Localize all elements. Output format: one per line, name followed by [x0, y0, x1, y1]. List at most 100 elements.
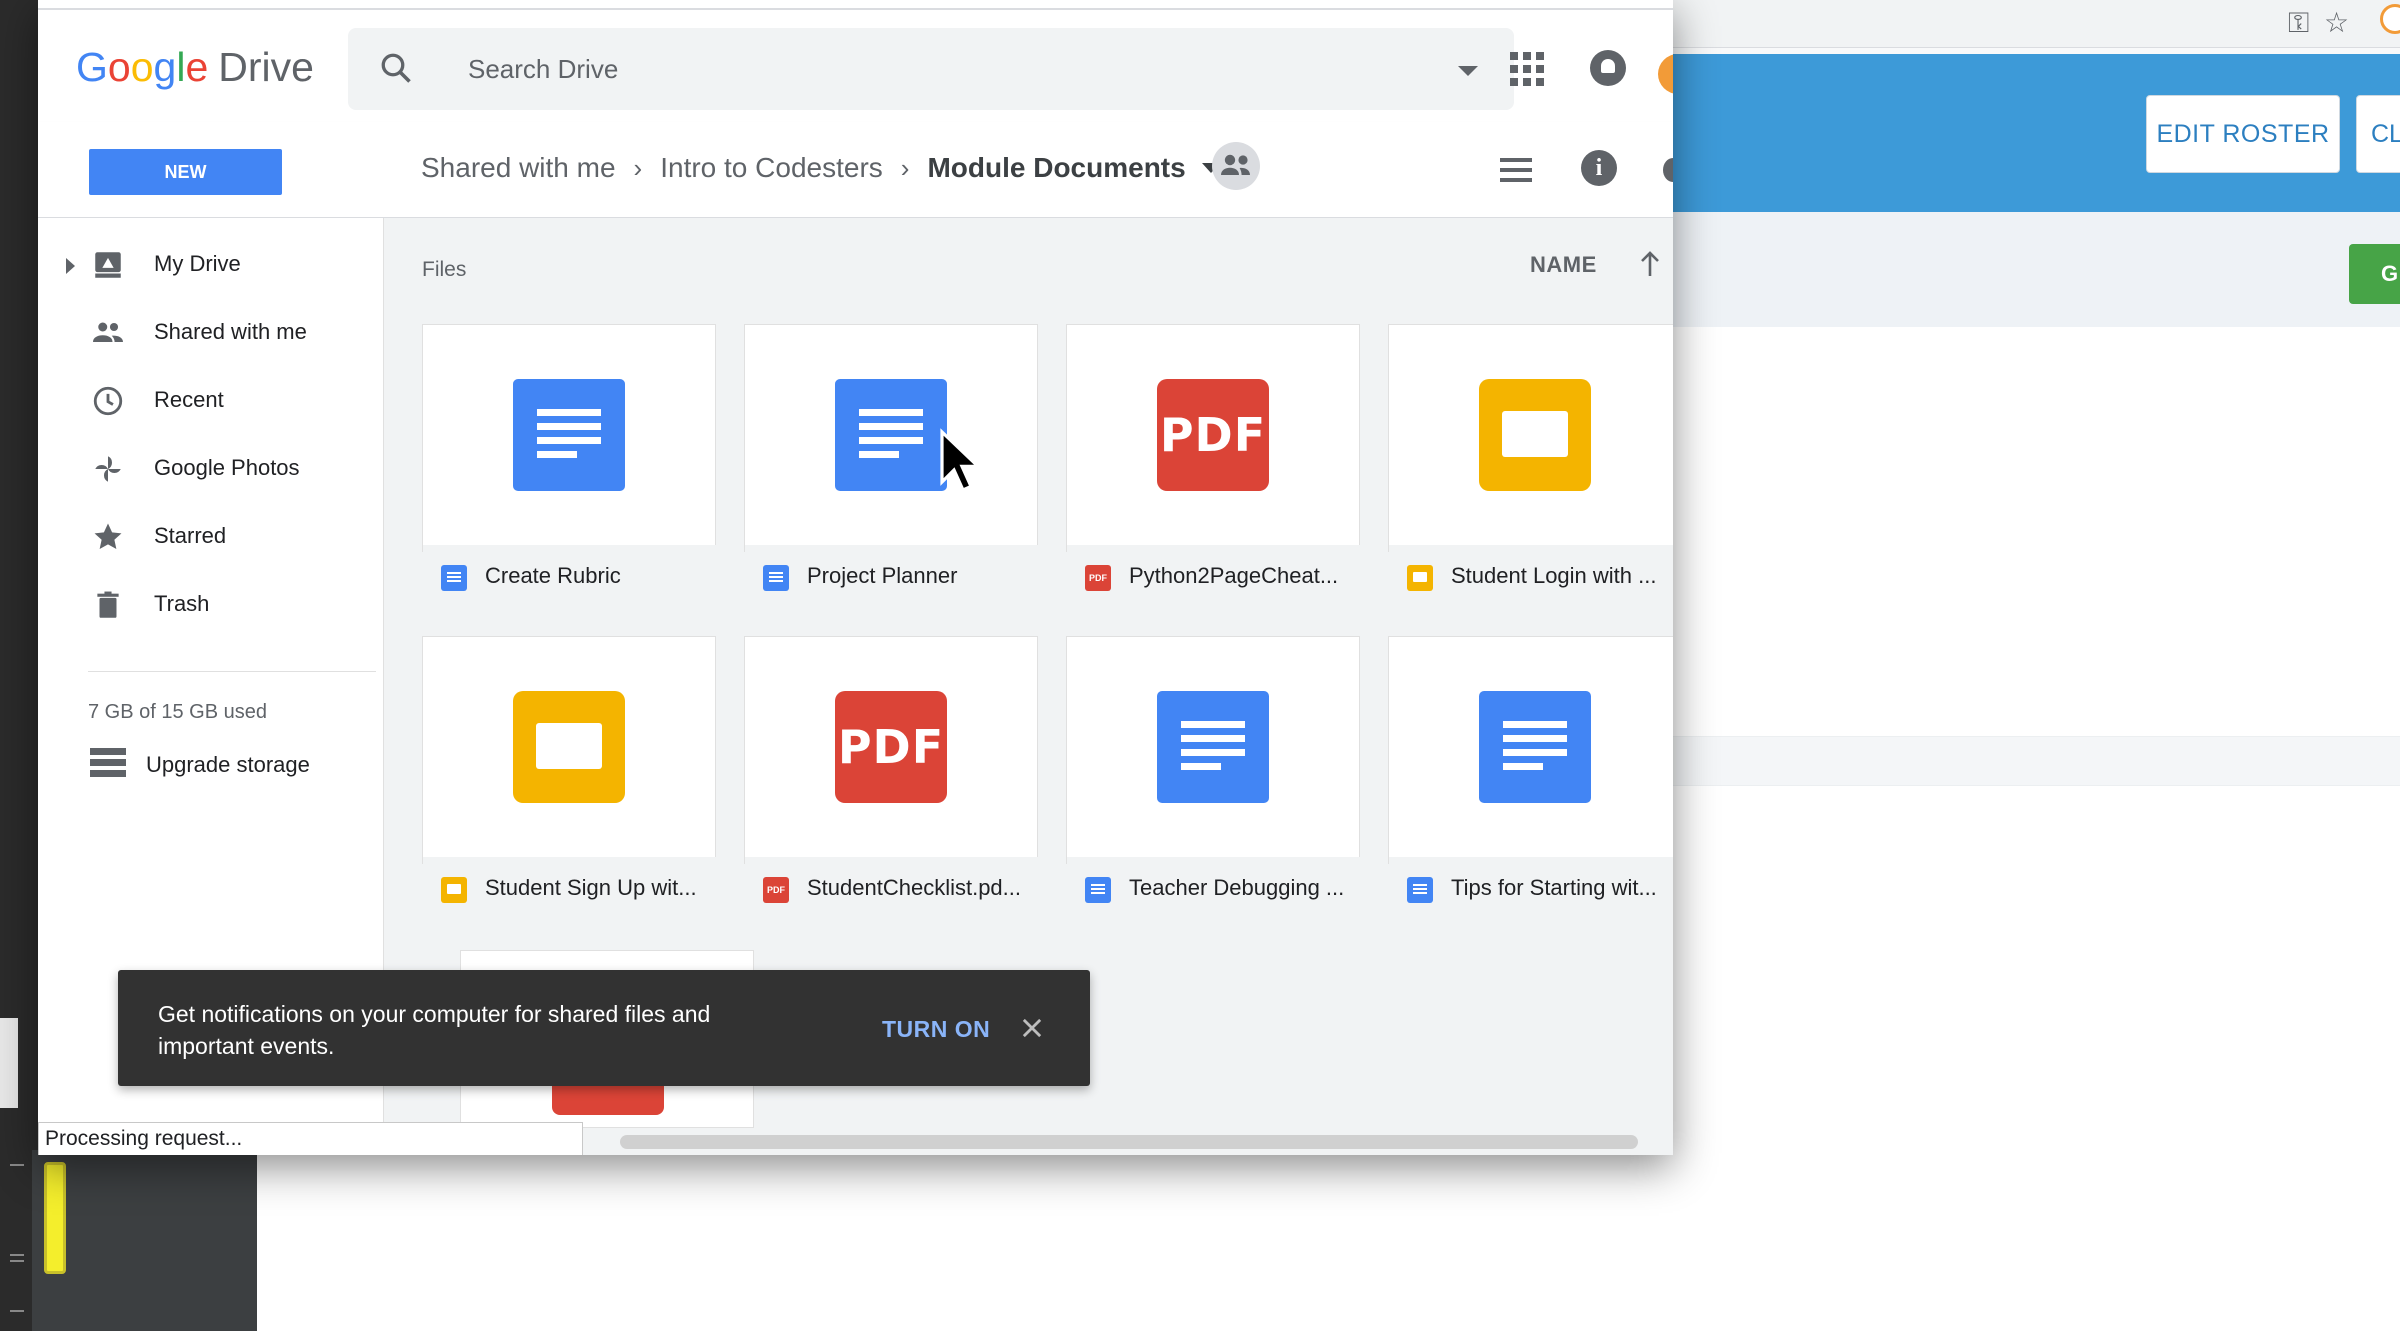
drive-toolbar: NEW Shared with me › Intro to Codesters … [38, 122, 1673, 218]
cl-button[interactable]: CL [2356, 95, 2400, 173]
file-name: Teacher Debugging ... [1129, 875, 1345, 900]
file-card[interactable]: Teacher Debugging ... [1066, 636, 1361, 931]
file-name: Create Rubric [485, 563, 621, 588]
file-caption[interactable]: Teacher Debugging ... [1067, 857, 1361, 931]
sidebar-item-label: Google Photos [154, 455, 300, 480]
upgrade-storage-label: Upgrade storage [146, 752, 310, 777]
upgrade-storage-link[interactable]: Upgrade storage [88, 742, 378, 790]
green-action-button[interactable]: G [2349, 244, 2400, 304]
chevron-right-icon: › [633, 152, 643, 183]
storage-icon [90, 748, 126, 784]
file-name: Project Planner [807, 563, 958, 588]
drive-picker-window: Google Drive Search Drive NEW Shared with… [38, 0, 1673, 1155]
file-caption[interactable]: Student Login with ... [1389, 545, 1673, 619]
slides-file-type-icon [1407, 565, 1433, 591]
horizontal-scrollbar[interactable] [620, 1135, 1638, 1149]
file-thumbnail[interactable] [423, 325, 715, 545]
docs-file-type-icon [1407, 877, 1433, 903]
logo-letter: e [185, 44, 209, 90]
file-card[interactable]: Create Rubric [422, 324, 717, 619]
file-caption[interactable]: Create Rubric [423, 545, 717, 619]
google-slides-icon [513, 691, 625, 803]
background-page-area [257, 1150, 2400, 1331]
pdf-file-type-icon: PDF [763, 877, 789, 903]
pdf-file-type-icon: PDF [1085, 565, 1111, 591]
shared-folder-icon[interactable] [1212, 142, 1260, 190]
account-avatar[interactable] [1658, 54, 1673, 94]
edit-roster-button[interactable]: EDIT ROSTER [2146, 95, 2340, 173]
notifications-bell-icon[interactable] [1590, 50, 1626, 86]
browser-toolbar: ⚿ ☆ [1600, 0, 2400, 48]
background-editor-strip [0, 0, 38, 1331]
sidebar-item-trash[interactable]: Trash [38, 574, 384, 636]
star-icon[interactable]: ☆ [2324, 8, 2349, 38]
file-caption[interactable]: PDF StudentChecklist.pd... [745, 857, 1039, 931]
file-card[interactable]: PDF PDF StudentChecklist.pd... [744, 636, 1039, 931]
files-section-label: Files [422, 258, 467, 281]
shared-with-me-icon [90, 315, 126, 351]
file-card[interactable]: Project Planner [744, 324, 1039, 619]
my-drive-icon [90, 247, 126, 283]
gutter-mark [10, 1260, 24, 1262]
file-name: Student Sign Up wit... [485, 875, 697, 900]
pdf-icon: PDF [1157, 379, 1269, 491]
file-caption[interactable]: Student Sign Up wit... [423, 857, 717, 931]
clock-icon [90, 383, 126, 419]
notification-toast: Get notifications on your computer for s… [118, 970, 1090, 1086]
mouse-cursor-icon [940, 428, 982, 493]
sort-by-name-button[interactable]: NAME [1530, 252, 1597, 278]
sidebar-item-recent[interactable]: Recent [38, 370, 384, 432]
sidebar-item-starred[interactable]: Starred [38, 506, 384, 568]
arrow-up-icon[interactable] [1638, 250, 1662, 278]
file-thumbnail[interactable] [1389, 637, 1673, 857]
turn-on-button[interactable]: TURN ON [882, 1016, 990, 1043]
settings-gear-icon[interactable] [1663, 158, 1673, 182]
sidebar-item-shared-with-me[interactable]: Shared with me [38, 302, 384, 364]
info-icon[interactable]: i [1581, 150, 1617, 186]
close-icon[interactable] [1018, 1014, 1046, 1042]
file-card[interactable]: Student Sign Up wit... [422, 636, 717, 931]
google-docs-icon [835, 379, 947, 491]
file-thumbnail[interactable] [745, 325, 1037, 545]
file-card[interactable]: Student Login with ... [1388, 324, 1673, 619]
expand-arrow-icon[interactable] [66, 258, 75, 274]
search-icon[interactable] [378, 50, 414, 86]
file-thumbnail[interactable] [423, 637, 715, 857]
file-thumbnail[interactable]: PDF [1067, 325, 1359, 545]
file-card[interactable]: PDF PDF Python2PageCheat... [1066, 324, 1361, 619]
window-top-border [38, 0, 1673, 10]
file-caption[interactable]: Project Planner [745, 545, 1039, 619]
logo-letter: G [76, 44, 108, 90]
file-caption[interactable]: Tips for Starting wit... [1389, 857, 1673, 931]
key-icon[interactable]: ⚿ [2288, 8, 2309, 38]
google-drive-logo[interactable]: Google Drive [76, 44, 314, 91]
search-bar[interactable]: Search Drive [348, 28, 1514, 110]
sidebar-item-label: Shared with me [154, 319, 307, 344]
slides-file-type-icon [441, 877, 467, 903]
sidebar-item-label: My Drive [154, 251, 241, 276]
search-options-dropdown-icon[interactable] [1458, 66, 1478, 76]
file-thumbnail[interactable]: PDF [745, 637, 1037, 857]
apps-grid-icon[interactable] [1510, 52, 1544, 86]
file-name: Python2PageCheat... [1129, 563, 1339, 588]
file-name: Student Login with ... [1451, 563, 1657, 588]
sidebar-item-google-photos[interactable]: Google Photos [38, 438, 384, 500]
gutter-mark [10, 1254, 24, 1256]
breadcrumb-intro-to-codesters[interactable]: Intro to Codesters [660, 152, 883, 184]
list-view-icon[interactable] [1500, 158, 1532, 182]
file-card[interactable]: Tips for Starting wit... [1388, 636, 1673, 931]
browser-status-bar: Processing request... [38, 1122, 583, 1155]
breadcrumb-shared-with-me[interactable]: Shared with me [421, 152, 616, 184]
file-thumbnail[interactable] [1389, 325, 1673, 545]
background-editor-bottom [0, 1150, 257, 1331]
file-thumbnail[interactable] [1067, 637, 1359, 857]
search-input[interactable]: Search Drive [468, 54, 618, 85]
sidebar-item-my-drive[interactable]: My Drive [38, 234, 384, 296]
file-caption[interactable]: PDF Python2PageCheat... [1067, 545, 1361, 619]
google-docs-icon [513, 379, 625, 491]
breadcrumb-current-folder[interactable]: Module Documents [927, 152, 1185, 184]
star-icon [90, 519, 126, 555]
app-subheader [1600, 212, 2400, 327]
new-button[interactable]: NEW [89, 149, 282, 195]
storage-usage-text: 7 GB of 15 GB used [88, 701, 267, 723]
